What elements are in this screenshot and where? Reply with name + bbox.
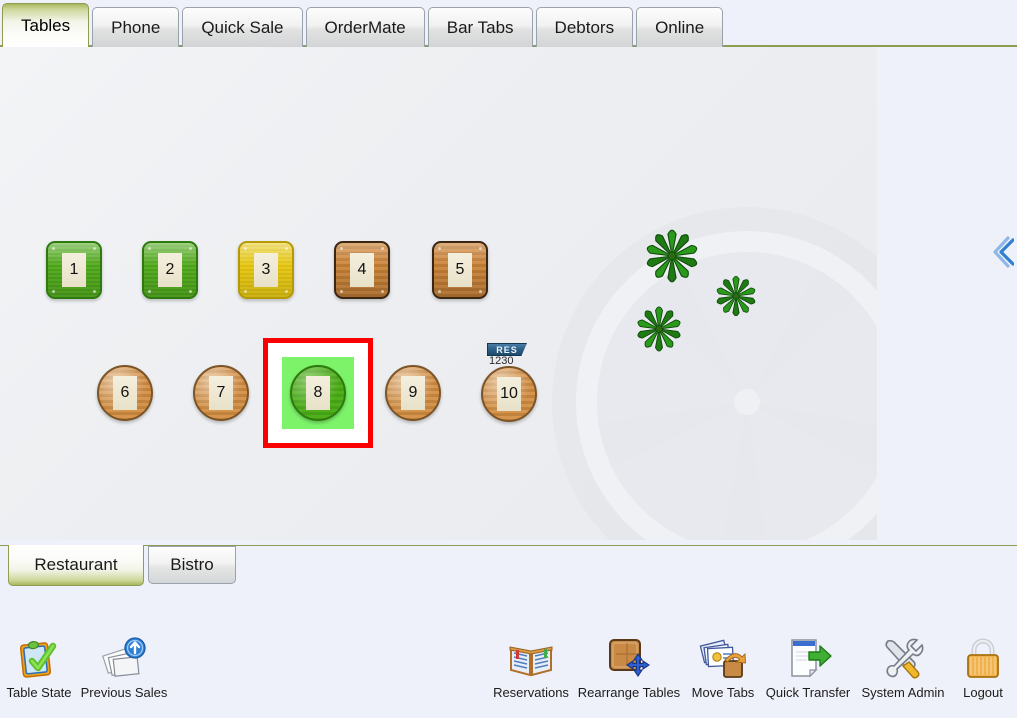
main-tab-label: Quick Sale	[201, 17, 284, 37]
toolbar-button-label: Table State	[6, 685, 72, 700]
toolbar-button-previous-sales[interactable]: Previous Sales	[78, 632, 170, 700]
toolbar-button-logout[interactable]: Logout	[952, 632, 1014, 700]
floor-plan-canvas[interactable]: 1 2 3 4 5 6 7 8 9 10 RES 1230	[0, 47, 877, 540]
table-number-label: 2	[158, 253, 182, 287]
main-tab-debtors[interactable]: Debtors	[535, 7, 634, 47]
table-10[interactable]: 10	[481, 366, 537, 422]
plant-decoration-icon	[710, 270, 762, 327]
toolbar-button-label: Rearrange Tables	[577, 685, 681, 700]
table-9[interactable]: 9	[385, 365, 441, 421]
table-move-icon	[562, 632, 696, 684]
table-8[interactable]: 8	[290, 365, 346, 421]
main-tab-online[interactable]: Online	[636, 7, 724, 47]
table-number-label: 4	[350, 253, 374, 287]
table-number-label: 7	[209, 376, 233, 410]
main-tab-label: Debtors	[554, 17, 615, 37]
plant-decoration-icon	[630, 300, 688, 363]
table-1[interactable]: 1	[46, 241, 102, 299]
main-tab-label: Phone	[111, 17, 161, 37]
square-table-shape: 4	[334, 241, 390, 299]
round-table-shape: 7	[193, 365, 249, 421]
main-tab-tables[interactable]: Tables	[2, 3, 90, 47]
main-tab-phone[interactable]: Phone	[92, 7, 180, 47]
toolbar-button-label: Quick Transfer	[765, 685, 851, 700]
toolbar-button-label: Previous Sales	[80, 685, 168, 700]
toolbar-button-table-state[interactable]: Table State	[4, 632, 74, 700]
table-number-label: 8	[306, 376, 330, 410]
table-7[interactable]: 7	[193, 365, 249, 421]
table-number-label: 1	[62, 253, 86, 287]
documents-upload-icon	[78, 632, 170, 684]
main-tab-label: Online	[655, 17, 705, 37]
table-6[interactable]: 6	[97, 365, 153, 421]
main-tab-bar-tabs[interactable]: Bar Tabs	[427, 7, 533, 47]
section-tab-label: Restaurant	[34, 555, 118, 574]
section-tab-restaurant[interactable]: Restaurant	[8, 545, 144, 586]
main-tab-quick-sale[interactable]: Quick Sale	[182, 7, 303, 47]
document-arrow-icon	[753, 632, 863, 684]
toolbar-button-label: System Admin	[861, 685, 945, 700]
round-table-shape: 10	[481, 366, 537, 422]
reservation-time-label: 1230	[489, 355, 514, 367]
padlock-icon	[952, 632, 1014, 684]
toolbar-button-label: Logout	[963, 685, 1003, 700]
tools-icon	[853, 632, 953, 684]
right-side-panel	[877, 47, 1017, 540]
table-number-label: 5	[448, 253, 472, 287]
main-tab-label: OrderMate	[324, 17, 406, 37]
toolbar-button-quick-transfer[interactable]: Quick Transfer	[753, 632, 863, 700]
toolbar-button-system-admin[interactable]: System Admin	[853, 632, 953, 700]
bottom-toolbar: Last Table Accessed: Section Restaurant …	[0, 595, 1017, 718]
main-tab-ordermate[interactable]: OrderMate	[305, 7, 425, 47]
table-number-label: 10	[497, 377, 521, 411]
table-5[interactable]: 5	[432, 241, 488, 299]
round-table-shape: 6	[97, 365, 153, 421]
square-table-shape: 1	[46, 241, 102, 299]
section-tab-bistro[interactable]: Bistro	[148, 546, 236, 584]
round-table-shape: 9	[385, 365, 441, 421]
main-tab-list: Tables Phone Quick Sale OrderMate Bar Tabs De…	[2, 3, 726, 47]
section-tab-label: Bistro	[170, 555, 214, 574]
clipboard-check-icon	[4, 632, 74, 684]
square-table-shape: 3	[238, 241, 294, 299]
table-3[interactable]: 3	[238, 241, 294, 299]
toolbar-button-rearrange-tables[interactable]: Rearrange Tables	[562, 632, 696, 700]
pos-application-window: Tables Phone Quick Sale OrderMate Bar Tabs De…	[0, 0, 1017, 718]
table-2[interactable]: 2	[142, 241, 198, 299]
square-table-shape: 2	[142, 241, 198, 299]
section-tab-bar: Restaurant Bistro	[0, 540, 1017, 595]
main-tab-label: Bar Tabs	[446, 17, 514, 37]
chevron-left-icon[interactable]	[988, 235, 1015, 274]
square-table-shape: 5	[432, 241, 488, 299]
main-tab-bar: Tables Phone Quick Sale OrderMate Bar Tabs De…	[0, 0, 1017, 47]
table-number-label: 3	[254, 253, 278, 287]
main-tab-label: Tables	[21, 15, 71, 35]
round-table-shape: 8	[290, 365, 346, 421]
table-4[interactable]: 4	[334, 241, 390, 299]
table-number-label: 6	[113, 376, 137, 410]
table-number-label: 9	[401, 376, 425, 410]
plant-decoration-icon	[638, 222, 706, 295]
